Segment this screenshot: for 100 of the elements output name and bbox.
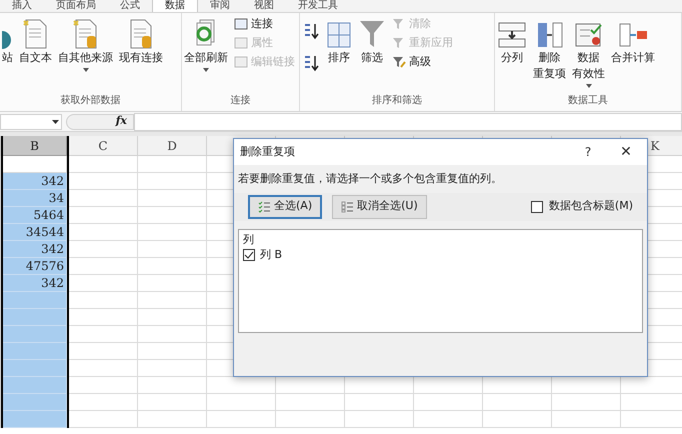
sheet-cell: 342 — [3, 173, 67, 190]
sheet-cell — [483, 411, 552, 428]
sheet-cell — [138, 394, 207, 411]
ribbon-button[interactable]: 数据 有效性 — [572, 17, 605, 88]
sort-arrow-icon — [303, 22, 319, 40]
ribbon-tab[interactable]: 公式 — [108, 0, 152, 12]
sheet-cell — [276, 411, 345, 428]
ribbon-button[interactable]: 连接 — [234, 17, 295, 31]
ribbon-button[interactable]: 分列 — [497, 17, 527, 65]
caret-icon — [52, 120, 59, 124]
sheet-cell — [345, 411, 414, 428]
sheet-cell — [69, 173, 138, 190]
sheet-cell — [3, 411, 67, 428]
instruction-text: 若要删除重复值，请选择一个或多个包含重复值的列。 — [237, 171, 503, 187]
column-header[interactable]: B — [3, 136, 67, 156]
sheet-cell — [345, 394, 414, 411]
sheet-cell: 342 — [3, 275, 67, 292]
sheet-cell — [69, 309, 138, 326]
ribbon-button[interactable]: 合并计算 — [611, 17, 655, 65]
sheet-cell — [69, 343, 138, 360]
funnel-icon — [392, 37, 406, 49]
funnel-icon — [358, 19, 386, 49]
window-icon — [234, 18, 248, 30]
sheet-cell — [69, 326, 138, 343]
column-checkbox[interactable]: 列 B — [243, 246, 282, 262]
sheet-cell — [3, 309, 67, 326]
ribbon-tab[interactable]: 开发工具 — [286, 0, 350, 12]
unselect-all-button[interactable]: 取消全选(U) — [332, 194, 427, 218]
sheet-cell — [207, 411, 276, 428]
dialog-title: 删除重复项 — [240, 144, 295, 160]
ribbon-button[interactable]: 排序 — [326, 17, 352, 65]
sheet-cell — [3, 326, 67, 343]
sheet-cell — [69, 156, 138, 173]
sheet-cell — [69, 394, 138, 411]
sheet-cell — [69, 377, 138, 394]
sheet-cell — [138, 377, 207, 394]
sheet-cell — [69, 224, 138, 241]
sheet-cell — [3, 292, 67, 309]
ribbon-button[interactable]: 筛选 — [358, 17, 386, 65]
sheet-cell — [552, 394, 621, 411]
ribbon-button[interactable]: 高级 — [392, 55, 453, 69]
ribbon-button[interactable]: 自文本 — [19, 17, 52, 65]
ribbon-button[interactable]: 全部刷新 — [184, 17, 228, 72]
group-label: 获取外部数据 — [60, 94, 122, 108]
sheet-cell — [138, 411, 207, 428]
document-icon — [128, 19, 154, 49]
sheet-cell — [3, 360, 67, 377]
ribbon-tab[interactable]: 数据 — [152, 0, 198, 12]
ribbon-button[interactable]: 删除 重复项 — [533, 17, 566, 81]
sheet-cell — [69, 258, 138, 275]
funnel-icon — [392, 18, 406, 30]
ribbon-tab[interactable]: 页面布局 — [44, 0, 108, 12]
caret-icon — [203, 68, 209, 72]
split-columns-icon — [497, 21, 527, 49]
sort-arrow-icon — [303, 54, 319, 72]
list-header: 列 — [243, 232, 254, 246]
ribbon-button[interactable]: 自其他来源 — [58, 17, 113, 72]
formula-input[interactable] — [134, 112, 682, 130]
column-header[interactable]: D — [138, 136, 207, 156]
sheet-cell — [276, 394, 345, 411]
function-label[interactable]: fx — [116, 113, 127, 130]
sheet-cell — [69, 207, 138, 224]
document-icon — [72, 19, 98, 49]
check-icon — [244, 250, 254, 260]
globe-icon — [2, 31, 11, 49]
sheet-cell — [3, 156, 67, 173]
chain-icon — [234, 56, 248, 68]
checklist-icon — [258, 200, 270, 212]
sort-order-button[interactable] — [302, 21, 320, 41]
select-all-button[interactable]: 全选(A) — [248, 194, 322, 218]
sheet-cell — [414, 411, 483, 428]
ribbon-tab[interactable]: 视图 — [242, 0, 286, 12]
ribbon-tab[interactable]: 插入 — [0, 0, 44, 12]
caret-icon — [82, 68, 88, 72]
sheet-cell — [414, 394, 483, 411]
group-label: 排序和筛选 — [371, 94, 423, 108]
sheet-cell — [207, 394, 276, 411]
sheet-cell — [3, 377, 67, 394]
sheet-cell — [3, 394, 67, 411]
sheet-cell — [483, 394, 552, 411]
sheet-cell: 34544 — [3, 224, 67, 241]
ribbon-button[interactable]: 现有连接 — [119, 17, 163, 65]
list-icon — [341, 200, 354, 212]
caret-icon — [586, 84, 592, 88]
sheet-cell — [69, 360, 138, 377]
sheet-cell — [69, 190, 138, 207]
help-button[interactable]: ? — [575, 143, 601, 161]
group-label: 数据工具 — [567, 94, 609, 108]
group-label: 连接 — [230, 94, 252, 108]
column-header[interactable]: C — [69, 136, 138, 156]
sheet-cell: 342 — [3, 241, 67, 258]
headers-checkbox[interactable]: 数据包含标题(M) — [530, 198, 633, 215]
document-icon — [22, 19, 48, 49]
sheet-cell: 47576 — [3, 258, 67, 275]
sheet-cell: 5464 — [3, 207, 67, 224]
window-icon — [234, 37, 248, 49]
sheet-cell — [3, 343, 67, 360]
sort-order-button[interactable] — [302, 53, 320, 73]
ribbon-button[interactable]: 站 — [2, 17, 13, 65]
sheet-cell — [69, 275, 138, 292]
